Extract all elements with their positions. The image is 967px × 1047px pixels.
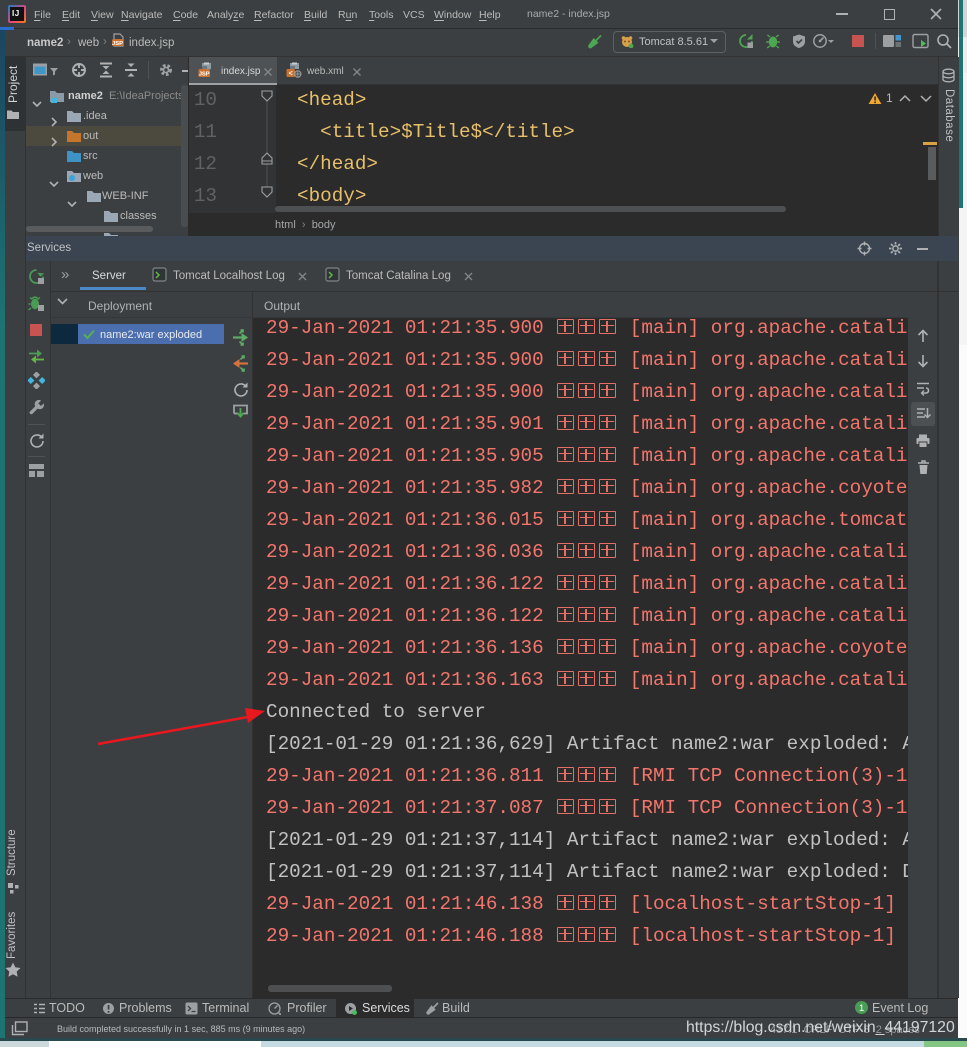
svg-text:JSP: JSP bbox=[199, 71, 210, 77]
svg-text:JSP: JSP bbox=[112, 41, 123, 47]
svg-text:<: < bbox=[289, 71, 293, 78]
